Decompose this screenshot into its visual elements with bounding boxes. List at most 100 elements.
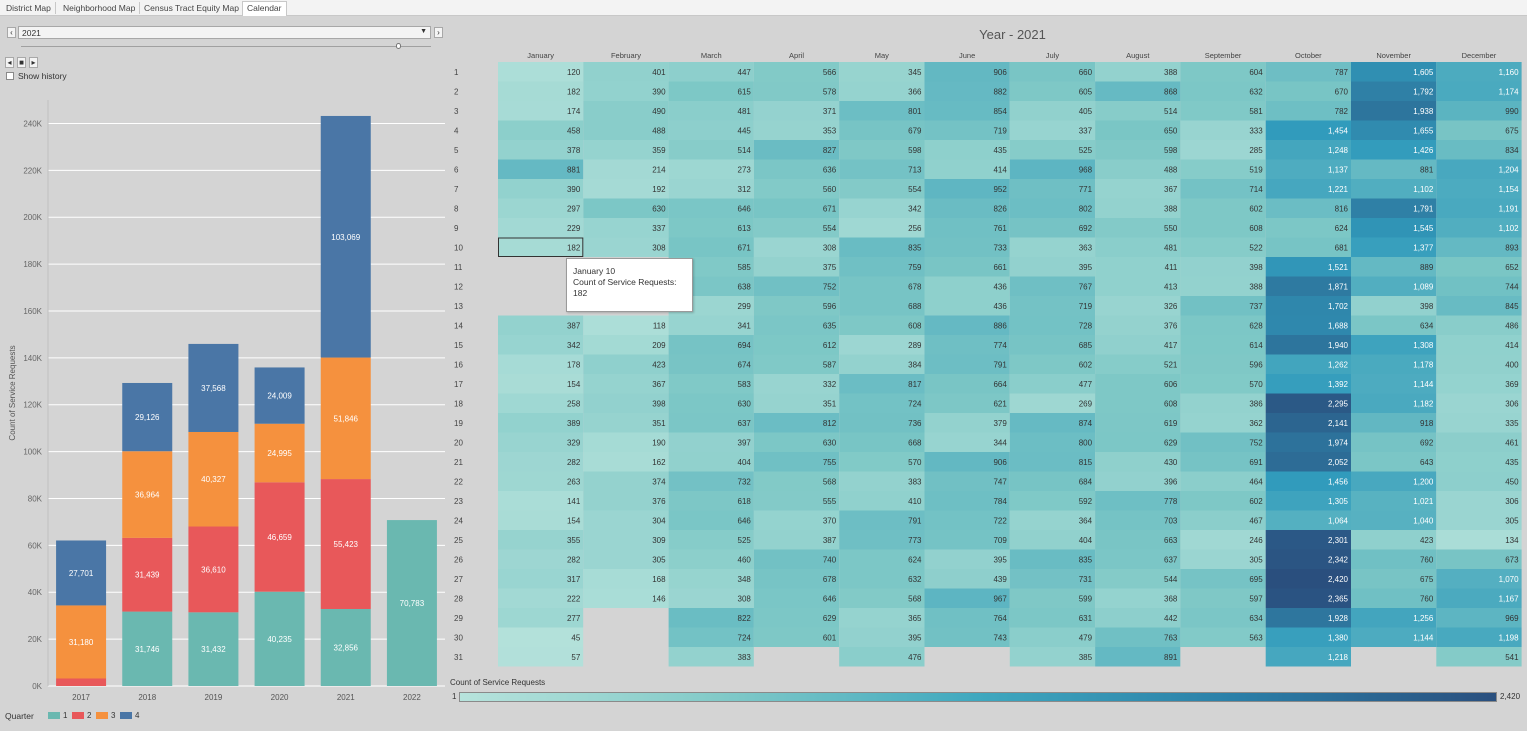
heat-cell-value: 678 [823,575,837,584]
heat-cell-value: 630 [738,399,752,408]
heat-cell-value: 835 [908,243,922,252]
cell-tooltip: January 10 Count of Service Requests: 18… [566,258,693,312]
empty-cell [753,647,840,667]
bar-segment-q2-2017[interactable] [56,678,107,686]
heat-cell-value: 728 [1079,321,1093,330]
chevron-right-icon: › [437,28,440,37]
heat-cell-value: 1,545 [1413,224,1434,233]
heat-cell-value: 736 [908,419,922,428]
heat-cell-value: 663 [1164,536,1178,545]
heat-cell-value: 550 [1164,224,1178,233]
heat-cell-value: 134 [1505,536,1519,545]
heat-cell-value: 816 [1335,204,1349,213]
heat-cell-value: 305 [1505,516,1519,525]
heat-cell-value: 621 [993,399,1007,408]
heat-cell-value: 306 [1505,399,1519,408]
tab-census-tract-equity-map[interactable]: Census Tract Equity Map [140,2,244,14]
legend-label-q2: 2 [87,711,92,720]
day-row-label: 31 [454,653,463,662]
heat-cell-value: 308 [652,243,666,252]
heat-cell-value: 317 [567,575,581,584]
heat-cell-value: 602 [1249,204,1263,213]
color-legend-gradient [459,692,1497,702]
heat-cell-value: 118 [653,321,666,330]
heat-cell-value: 417 [1164,341,1178,350]
legend-swatch-q4[interactable] [120,712,132,719]
heat-cell-value: 329 [567,438,581,447]
heat-cell-value: 423 [1420,536,1434,545]
heat-cell-value: 709 [993,536,1007,545]
heat-cell-value: 464 [1249,477,1263,486]
play-back-button[interactable]: ◂ [5,57,14,68]
heat-cell-value: 476 [908,653,922,662]
heat-cell-value: 182 [567,243,581,252]
next-year-button[interactable]: › [434,27,443,38]
heat-cell-value: 404 [1079,536,1093,545]
heat-cell-value: 1,191 [1499,204,1520,213]
heat-cell-value: 791 [993,360,1007,369]
bar-data-label: 24,995 [267,449,292,458]
show-history-checkbox[interactable] [6,72,14,80]
heat-cell-value: 817 [908,380,922,389]
day-row-label: 9 [454,224,459,233]
heat-cell-value: 436 [993,282,1007,291]
legend-swatch-q2[interactable] [72,712,84,719]
empty-cell [924,647,1010,667]
heat-cell-value: 401 [652,68,666,77]
previous-year-button[interactable]: ‹ [7,27,16,38]
heat-cell-value: 355 [567,536,581,545]
heat-cell-value: 359 [652,146,666,155]
heat-cell-value: 405 [1079,107,1093,116]
heat-cell-value: 630 [823,438,837,447]
heat-cell-value: 414 [1505,341,1519,350]
heat-cell-value: 834 [1505,146,1519,155]
heat-cell-value: 602 [1249,497,1263,506]
heat-cell-value: 282 [567,555,581,564]
heat-cell-value: 1,791 [1413,204,1434,213]
heat-cell-value: 1,308 [1413,341,1434,350]
heat-cell-value: 886 [993,321,1007,330]
heat-cell-value: 371 [823,107,837,116]
heat-cell-value: 1,137 [1328,165,1349,174]
heat-cell-value: 168 [652,575,666,584]
heat-cell-value: 608 [1164,399,1178,408]
tab-district-map[interactable]: District Map [2,2,56,14]
heat-cell-value: 568 [823,477,837,486]
tab-calendar[interactable]: Calendar [242,1,287,16]
stop-button[interactable]: ■ [17,57,26,68]
legend-swatch-q1[interactable] [48,712,60,719]
heat-cell-value: 304 [652,516,666,525]
heat-cell-value: 637 [738,419,752,428]
y-tick-label: 0K [32,682,42,691]
heat-cell-value: 383 [738,653,752,662]
day-row-label: 27 [454,575,463,584]
heat-cell-value: 613 [738,224,752,233]
month-header: April [789,51,804,60]
heat-cell-value: 335 [1505,419,1519,428]
play-forward-button[interactable]: ▸ [29,57,38,68]
heat-cell-value: 398 [652,399,666,408]
heat-cell-value: 643 [1420,458,1434,467]
heat-cell-value: 602 [1079,360,1093,369]
heat-cell-value: 368 [1164,594,1178,603]
heat-cell-value: 246 [1249,536,1263,545]
heat-cell-value: 560 [823,185,837,194]
year-dropdown[interactable]: 2021 ▼ [18,26,431,39]
heat-cell-value: 178 [567,360,581,369]
tooltip-date: January 10 [573,266,616,276]
heat-cell-value: 312 [738,185,752,194]
heat-cell-value: 1,174 [1499,87,1520,96]
tab-neighborhood-map[interactable]: Neighborhood Map [59,2,141,14]
heat-cell-value: 630 [652,204,666,213]
heat-cell-value: 570 [1249,380,1263,389]
heat-cell-value: 430 [1164,458,1178,467]
day-row-label: 11 [454,263,463,272]
bar-data-label: 31,180 [69,638,94,647]
day-row-label: 24 [454,516,463,525]
legend-swatch-q3[interactable] [96,712,108,719]
bar-data-label: 31,439 [135,571,160,580]
year-slider-thumb[interactable] [396,43,402,49]
day-row-label: 10 [454,243,463,252]
year-slider-track[interactable] [21,46,431,47]
heat-cell-value: 1,392 [1328,380,1349,389]
